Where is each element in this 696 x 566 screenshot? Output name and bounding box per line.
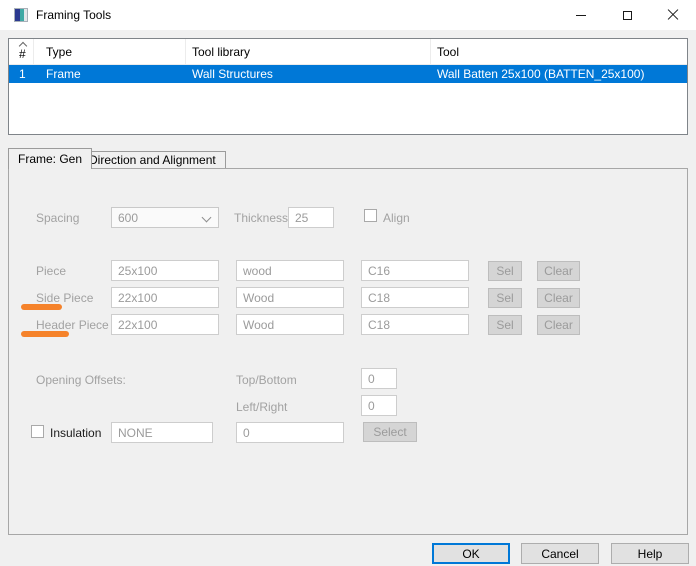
- side-piece-grade-field[interactable]: [361, 287, 469, 308]
- title-bar: Framing Tools: [0, 0, 696, 30]
- app-icon: [14, 8, 28, 22]
- side-piece-label: Side Piece: [36, 291, 93, 305]
- tab-frame-gen[interactable]: Frame: Gen: [8, 148, 92, 169]
- header-piece-grade-field[interactable]: [361, 314, 469, 335]
- thickness-label: Thickness: [234, 211, 288, 225]
- maximize-button[interactable]: [604, 0, 650, 30]
- piece-material-field[interactable]: [236, 260, 344, 281]
- close-icon: [667, 9, 679, 21]
- minimize-button[interactable]: [558, 0, 604, 30]
- insulation-checkbox[interactable]: [31, 425, 44, 438]
- header-piece-sel-button[interactable]: Sel: [488, 315, 522, 335]
- header-piece-size-field[interactable]: [111, 314, 219, 335]
- left-right-field[interactable]: [361, 395, 397, 416]
- insulation-name-field[interactable]: [111, 422, 213, 443]
- top-bottom-label: Top/Bottom: [236, 373, 297, 387]
- row-type: Frame: [34, 67, 186, 81]
- chevron-down-icon: [202, 213, 212, 223]
- row-tool-library: Wall Structures: [186, 67, 431, 81]
- column-header-tool[interactable]: Tool: [431, 39, 687, 64]
- row-tool: Wall Batten 25x100 (BATTEN_25x100): [431, 67, 687, 81]
- left-right-label: Left/Right: [236, 400, 287, 414]
- minimize-icon: [576, 15, 586, 16]
- maximize-icon: [623, 11, 632, 20]
- table-header: # Type Tool library Tool: [9, 39, 687, 65]
- column-header-number[interactable]: #: [9, 39, 34, 64]
- piece-grade-field[interactable]: [361, 260, 469, 281]
- piece-label: Piece: [36, 264, 66, 278]
- header-piece-label: Header Piece: [36, 318, 109, 332]
- ok-button[interactable]: OK: [432, 543, 510, 564]
- framing-tools-dialog: Framing Tools # Type Tool library Tool 1…: [0, 0, 696, 566]
- frame-gen-panel: Spacing 600 Thickness Align Piece Sel Cl…: [8, 168, 688, 535]
- cancel-button[interactable]: Cancel: [521, 543, 599, 564]
- top-bottom-field[interactable]: [361, 368, 397, 389]
- header-piece-clear-button[interactable]: Clear: [537, 315, 580, 335]
- spacing-value: 600: [118, 211, 138, 225]
- side-piece-size-field[interactable]: [111, 287, 219, 308]
- thickness-field[interactable]: [288, 207, 334, 228]
- insulation-select-button[interactable]: Select: [363, 422, 417, 442]
- table-row-selected[interactable]: 1 Frame Wall Structures Wall Batten 25x1…: [9, 65, 687, 83]
- piece-sel-button[interactable]: Sel: [488, 261, 522, 281]
- side-piece-clear-button[interactable]: Clear: [537, 288, 580, 308]
- tool-list-table: # Type Tool library Tool 1 Frame Wall St…: [8, 38, 688, 135]
- window-title: Framing Tools: [36, 8, 111, 22]
- insulation-label: Insulation: [50, 426, 101, 440]
- close-button[interactable]: [650, 0, 696, 30]
- insulation-thickness-field[interactable]: [236, 422, 344, 443]
- column-header-type[interactable]: Type: [34, 39, 186, 64]
- help-button[interactable]: Help: [611, 543, 689, 564]
- header-piece-material-field[interactable]: [236, 314, 344, 335]
- annotation-underline-header-piece: [21, 331, 69, 337]
- piece-clear-button[interactable]: Clear: [537, 261, 580, 281]
- side-piece-sel-button[interactable]: Sel: [488, 288, 522, 308]
- tab-direction-and-alignment[interactable]: Direction and Alignment: [79, 151, 226, 168]
- column-header-tool-library[interactable]: Tool library: [186, 39, 431, 64]
- spacing-label: Spacing: [36, 211, 79, 225]
- opening-offsets-label: Opening Offsets:: [36, 373, 126, 387]
- spacing-dropdown[interactable]: 600: [111, 207, 219, 228]
- piece-size-field[interactable]: [111, 260, 219, 281]
- annotation-underline-side-piece: [21, 304, 62, 310]
- align-label: Align: [383, 211, 410, 225]
- row-number: 1: [9, 67, 34, 81]
- align-checkbox[interactable]: [364, 209, 377, 222]
- side-piece-material-field[interactable]: [236, 287, 344, 308]
